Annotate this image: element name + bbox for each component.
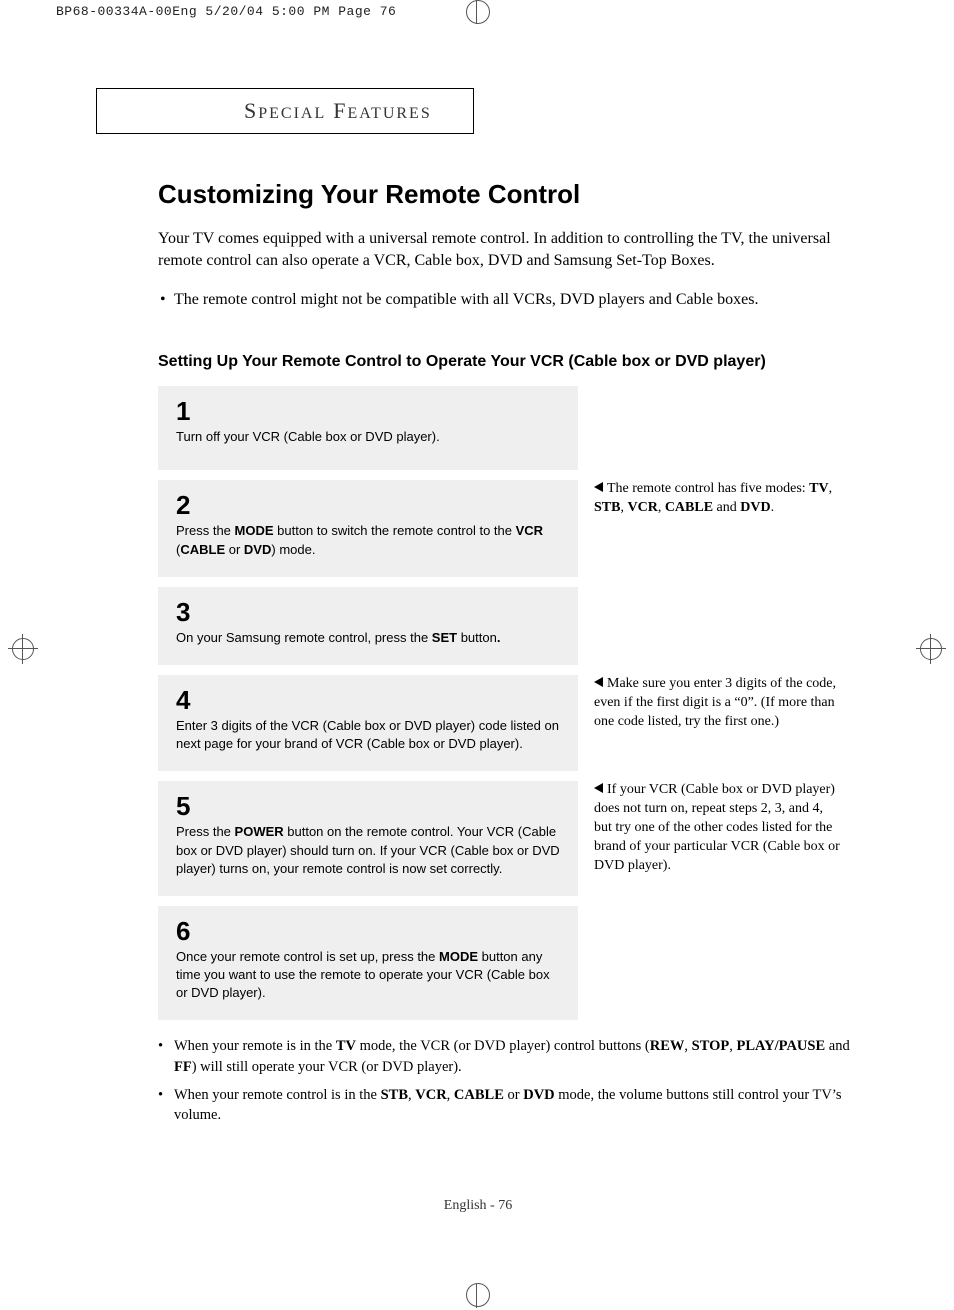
step-number: 3 bbox=[176, 599, 560, 625]
step-text: Press the MODE button to switch the remo… bbox=[176, 522, 560, 558]
step-box: 6 Once your remote control is set up, pr… bbox=[158, 906, 578, 1021]
steps-list: 1 Turn off your VCR (Cable box or DVD pl… bbox=[158, 386, 858, 1020]
crop-mark-right bbox=[916, 634, 946, 664]
step-box: 5 Press the POWER button on the remote c… bbox=[158, 781, 578, 896]
intro-paragraph: Your TV comes equipped with a universal … bbox=[158, 228, 858, 271]
page-title: Customizing Your Remote Control bbox=[158, 179, 858, 210]
step-row: 1 Turn off your VCR (Cable box or DVD pl… bbox=[158, 386, 858, 470]
side-note-text: Make sure you enter 3 digits of the code… bbox=[594, 676, 836, 729]
step-row: 2 Press the MODE button to switch the re… bbox=[158, 480, 858, 576]
triangle-left-icon bbox=[594, 482, 603, 492]
step-number: 5 bbox=[176, 793, 560, 819]
crop-mark-top bbox=[466, 2, 488, 24]
step-row: 5 Press the POWER button on the remote c… bbox=[158, 781, 858, 896]
step-box: 3 On your Samsung remote control, press … bbox=[158, 587, 578, 665]
step-number: 2 bbox=[176, 492, 560, 518]
step-row: 3 On your Samsung remote control, press … bbox=[158, 587, 858, 665]
step-text: Enter 3 digits of the VCR (Cable box or … bbox=[176, 717, 560, 753]
footer-bullet-text: When your remote is in the TV mode, the … bbox=[174, 1036, 858, 1077]
footer-bullet-row: • When your remote is in the TV mode, th… bbox=[158, 1036, 858, 1077]
footer-bullet-row: • When your remote control is in the STB… bbox=[158, 1085, 858, 1126]
side-note: The remote control has five modes: TV, S… bbox=[594, 480, 844, 518]
step-text: Turn off your VCR (Cable box or DVD play… bbox=[176, 428, 560, 446]
crop-mark-left bbox=[8, 634, 38, 664]
footer-bullet-text: When your remote control is in the STB, … bbox=[174, 1085, 858, 1126]
section-header-text: SPECIAL FEATURES bbox=[244, 98, 432, 124]
side-note: If your VCR (Cable box or DVD player) do… bbox=[594, 781, 844, 875]
bullet-dot: • bbox=[158, 1085, 174, 1126]
footer-bullets: • When your remote is in the TV mode, th… bbox=[158, 1036, 858, 1125]
side-note-text: If your VCR (Cable box or DVD player) do… bbox=[594, 782, 840, 873]
triangle-left-icon bbox=[594, 677, 603, 687]
step-text: On your Samsung remote control, press th… bbox=[176, 629, 560, 647]
side-note-text: The remote control has five modes: TV, S… bbox=[594, 481, 832, 515]
step-number: 6 bbox=[176, 918, 560, 944]
intro-bullet-text: The remote control might not be compatib… bbox=[174, 291, 758, 308]
step-number: 1 bbox=[176, 398, 560, 424]
step-box: 4 Enter 3 digits of the VCR (Cable box o… bbox=[158, 675, 578, 771]
intro-bullet: •The remote control might not be compati… bbox=[160, 289, 858, 311]
step-box: 2 Press the MODE button to switch the re… bbox=[158, 480, 578, 576]
subheading: Setting Up Your Remote Control to Operat… bbox=[158, 351, 858, 373]
step-number: 4 bbox=[176, 687, 560, 713]
content-area: Customizing Your Remote Control Your TV … bbox=[158, 179, 858, 1134]
crop-mark-bottom bbox=[466, 1284, 488, 1306]
step-row: 6 Once your remote control is set up, pr… bbox=[158, 906, 858, 1021]
page-frame: SPECIAL FEATURES Customizing Your Remote… bbox=[38, 24, 918, 1276]
step-box: 1 Turn off your VCR (Cable box or DVD pl… bbox=[158, 386, 578, 470]
step-row: 4 Enter 3 digits of the VCR (Cable box o… bbox=[158, 675, 858, 771]
step-text: Press the POWER button on the remote con… bbox=[176, 823, 560, 878]
step-text: Once your remote control is set up, pres… bbox=[176, 948, 560, 1003]
side-note: Make sure you enter 3 digits of the code… bbox=[594, 675, 844, 732]
preprint-header: BP68-00334A-00Eng 5/20/04 5:00 PM Page 7… bbox=[56, 4, 396, 19]
page-number: English - 76 bbox=[38, 1198, 918, 1214]
bullet-dot: • bbox=[158, 1036, 174, 1077]
triangle-left-icon bbox=[594, 783, 603, 793]
section-header-box: SPECIAL FEATURES bbox=[96, 88, 474, 134]
